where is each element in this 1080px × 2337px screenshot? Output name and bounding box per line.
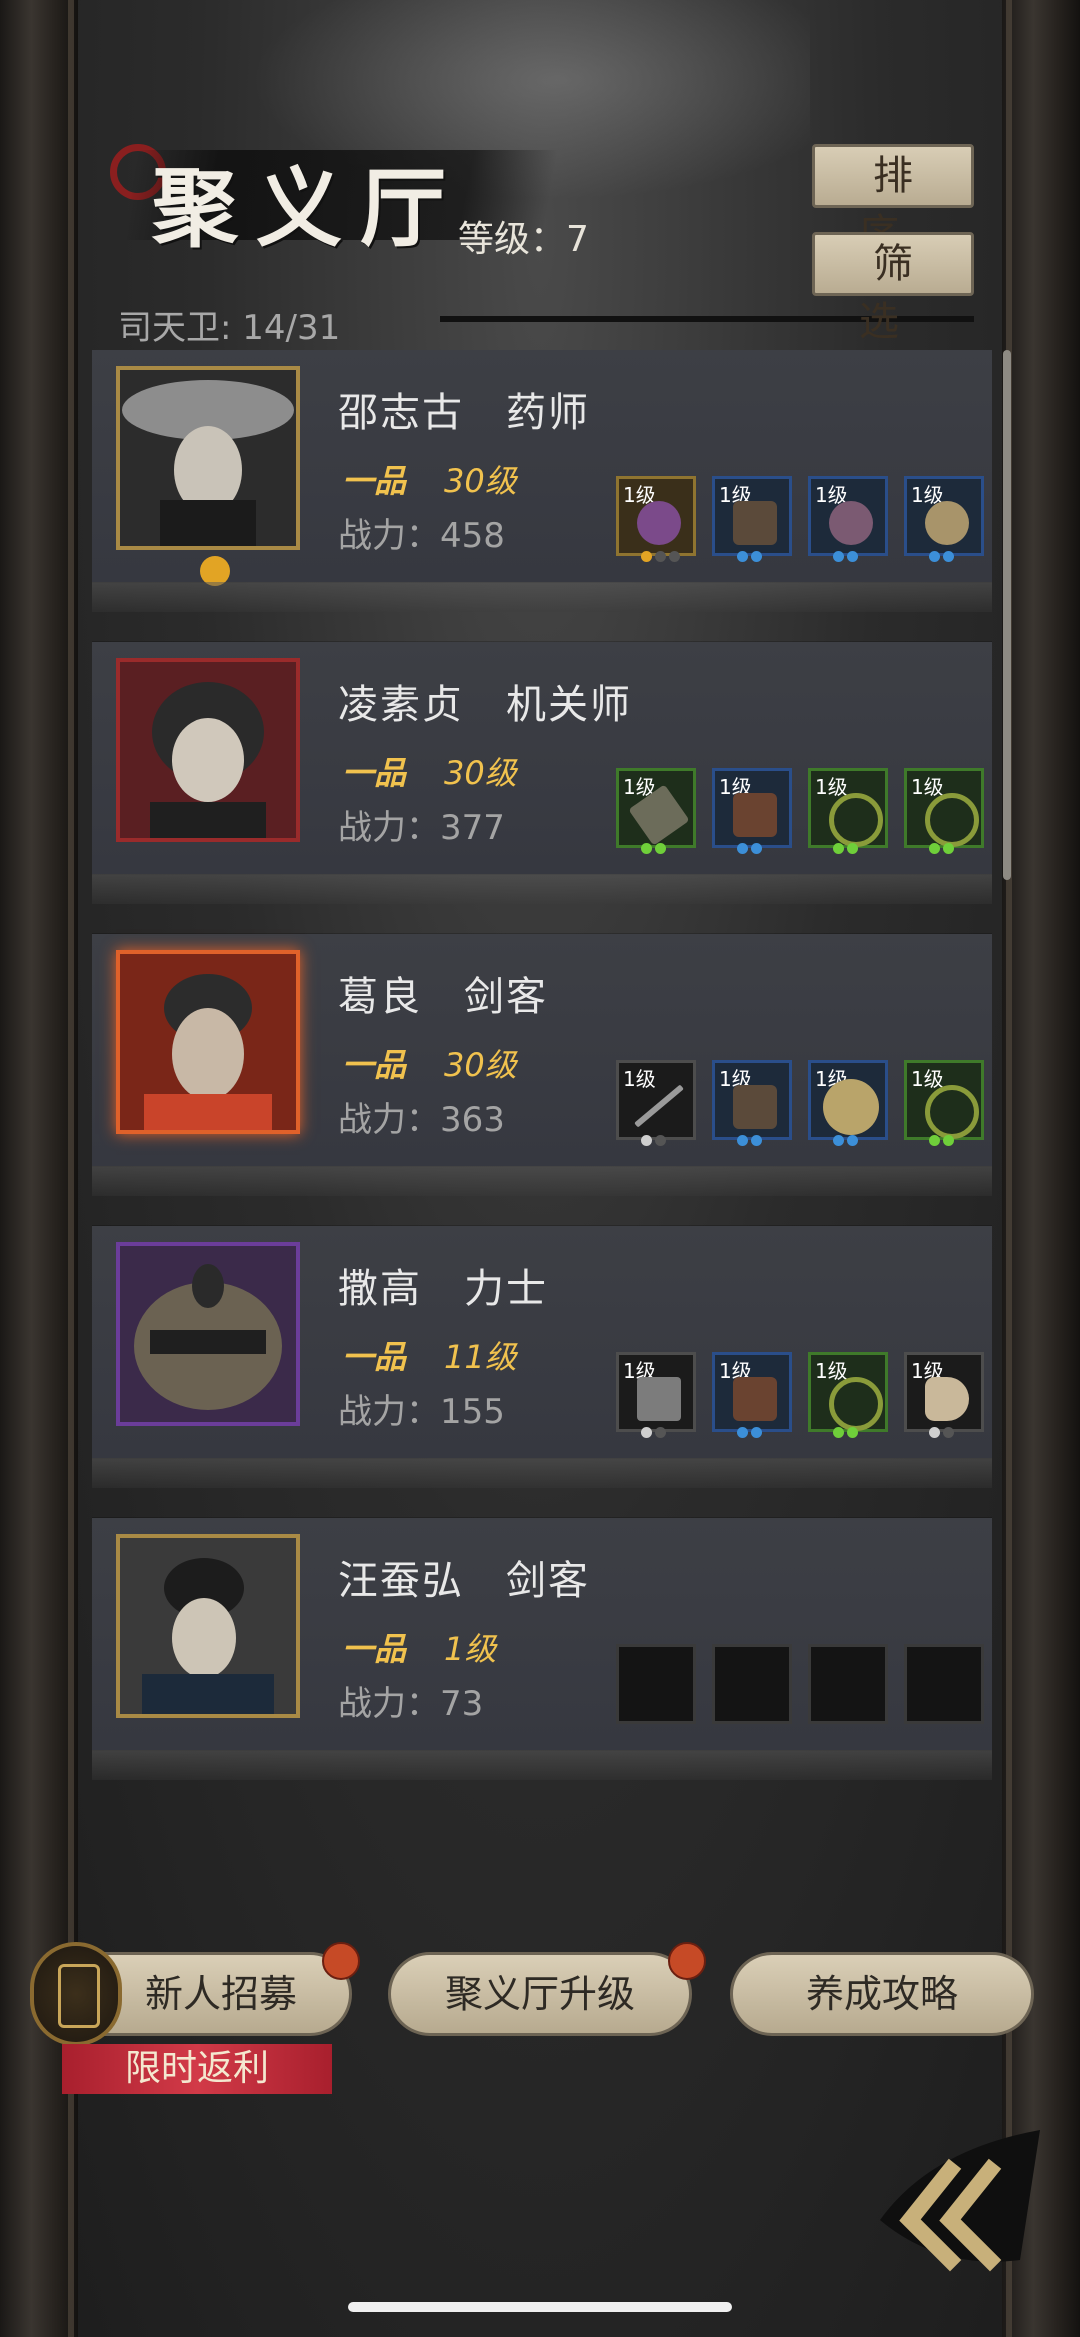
hero-rank: 一品 bbox=[342, 1046, 407, 1084]
hero-row[interactable]: 邵志古 药师 一品 30级 战力：458 1级 1级 1级 1级 bbox=[92, 350, 992, 612]
armor-icon bbox=[733, 501, 777, 545]
gourd-icon bbox=[637, 501, 681, 545]
pouch-icon bbox=[829, 501, 873, 545]
hero-portrait[interactable] bbox=[116, 1242, 300, 1426]
equip-slot-horn[interactable]: 1级 bbox=[904, 1352, 984, 1438]
equip-slot-empty[interactable] bbox=[712, 1644, 792, 1724]
equip-slot-bag[interactable]: 1级 bbox=[904, 476, 984, 562]
equip-slot-armor[interactable]: 1级 bbox=[712, 1060, 792, 1146]
armor-icon bbox=[733, 793, 777, 837]
hero-power: 战力：363 bbox=[338, 1100, 505, 1140]
equip-slot-coin[interactable]: 1级 bbox=[808, 1352, 888, 1438]
hero-level: 30级 bbox=[444, 462, 517, 500]
equip-slot-armor[interactable]: 1级 bbox=[712, 476, 792, 562]
medallion-icon bbox=[823, 1079, 879, 1135]
equip-slot-crossbow[interactable]: 1级 bbox=[616, 768, 696, 854]
hall-level: 等级：7 bbox=[458, 219, 589, 260]
hero-portrait[interactable] bbox=[116, 950, 300, 1134]
hero-name: 汪蚕弘 剑客 bbox=[338, 1558, 590, 1604]
hero-power: 战力：73 bbox=[338, 1684, 484, 1724]
equip-slot-medallion[interactable]: 1级 bbox=[808, 1060, 888, 1146]
hero-name: 撒高 力士 bbox=[338, 1266, 548, 1312]
coin-icon bbox=[925, 793, 979, 847]
hero-portrait[interactable] bbox=[116, 658, 300, 842]
hero-name: 凌素贞 机关师 bbox=[338, 682, 632, 728]
hero-row[interactable]: 凌素贞 机关师 一品 30级 战力：377 1级 1级 1级 1级 bbox=[92, 642, 992, 904]
equip-slot-empty[interactable] bbox=[808, 1644, 888, 1724]
guard-count: 司天卫: 14/31 bbox=[118, 308, 341, 348]
coin-icon bbox=[829, 793, 883, 847]
hero-portrait[interactable] bbox=[116, 366, 300, 550]
equip-slot-coin[interactable]: 1级 bbox=[808, 768, 888, 854]
equip-slot-gourd[interactable]: 1级 bbox=[616, 476, 696, 562]
hero-rank: 一品 bbox=[342, 754, 407, 792]
hero-portrait[interactable] bbox=[116, 1534, 300, 1718]
title-text: 聚义厅 bbox=[152, 158, 464, 259]
equip-slot-empty[interactable] bbox=[616, 1644, 696, 1724]
back-double-chevron-icon[interactable] bbox=[870, 2110, 1050, 2280]
bag-icon bbox=[925, 501, 969, 545]
filter-button[interactable]: 筛选 bbox=[812, 232, 974, 345]
equip-slot-armor[interactable]: 1级 bbox=[712, 768, 792, 854]
hero-rank: 一品 bbox=[342, 1338, 407, 1376]
hammer-icon bbox=[637, 1377, 681, 1421]
equip-slot-coin[interactable]: 1级 bbox=[904, 1060, 984, 1146]
hero-row[interactable]: 撒高 力士 一品 11级 战力：155 1级 1级 1级 1级 bbox=[92, 1226, 992, 1488]
hero-level: 11级 bbox=[444, 1338, 517, 1376]
coin-icon bbox=[829, 1377, 883, 1431]
hero-power: 战力：377 bbox=[338, 808, 505, 848]
armor-icon bbox=[733, 1377, 777, 1421]
hero-power: 战力：155 bbox=[338, 1392, 505, 1432]
equip-slot-hammer[interactable]: 1级 bbox=[616, 1352, 696, 1438]
hero-rank: 一品 bbox=[342, 1630, 407, 1668]
armor-icon bbox=[733, 1085, 777, 1129]
hero-level: 1级 bbox=[444, 1630, 497, 1668]
page-title: 聚义厅 bbox=[110, 130, 558, 260]
hero-level: 30级 bbox=[444, 1046, 517, 1084]
home-indicator[interactable] bbox=[348, 2302, 732, 2312]
equip-slot-pouch[interactable]: 1级 bbox=[808, 476, 888, 562]
hero-name: 邵志古 药师 bbox=[338, 390, 590, 436]
recruit-notification-dot bbox=[322, 1942, 360, 1980]
equip-slot-coin[interactable]: 1级 bbox=[904, 768, 984, 854]
hero-row[interactable]: 汪蚕弘 剑客 一品 1级 战力：73 bbox=[92, 1518, 992, 1780]
equip-slot-empty[interactable] bbox=[904, 1644, 984, 1724]
hero-row[interactable]: 葛良 剑客 一品 30级 战力：363 1级 1级 1级 1级 bbox=[92, 934, 992, 1196]
hero-power: 战力：458 bbox=[338, 516, 505, 556]
horn-icon bbox=[925, 1377, 969, 1421]
hero-level: 30级 bbox=[444, 754, 517, 792]
equip-slot-armor[interactable]: 1级 bbox=[712, 1352, 792, 1438]
growth-guide-button[interactable]: 养成攻略 bbox=[730, 1952, 1034, 2036]
hero-rank: 一品 bbox=[342, 462, 407, 500]
coin-icon bbox=[925, 1085, 979, 1139]
hero-list[interactable]: 邵志古 药师 一品 30级 战力：458 1级 1级 1级 1级 凌素贞 机关师… bbox=[92, 350, 992, 1820]
promo-banner[interactable]: 限时返利 bbox=[62, 2044, 332, 2094]
equip-slot-sword[interactable]: 1级 bbox=[616, 1060, 696, 1146]
hero-name: 葛良 剑客 bbox=[338, 974, 548, 1020]
hall-upgrade-button[interactable]: 聚义厅升级 bbox=[388, 1952, 692, 2036]
recruit-scroll-icon[interactable] bbox=[30, 1942, 122, 2046]
upgrade-notification-dot bbox=[668, 1942, 706, 1980]
sort-button[interactable]: 排序 bbox=[812, 144, 974, 257]
list-scrollbar[interactable] bbox=[1003, 350, 1011, 880]
rank-badge-icon bbox=[200, 556, 230, 586]
